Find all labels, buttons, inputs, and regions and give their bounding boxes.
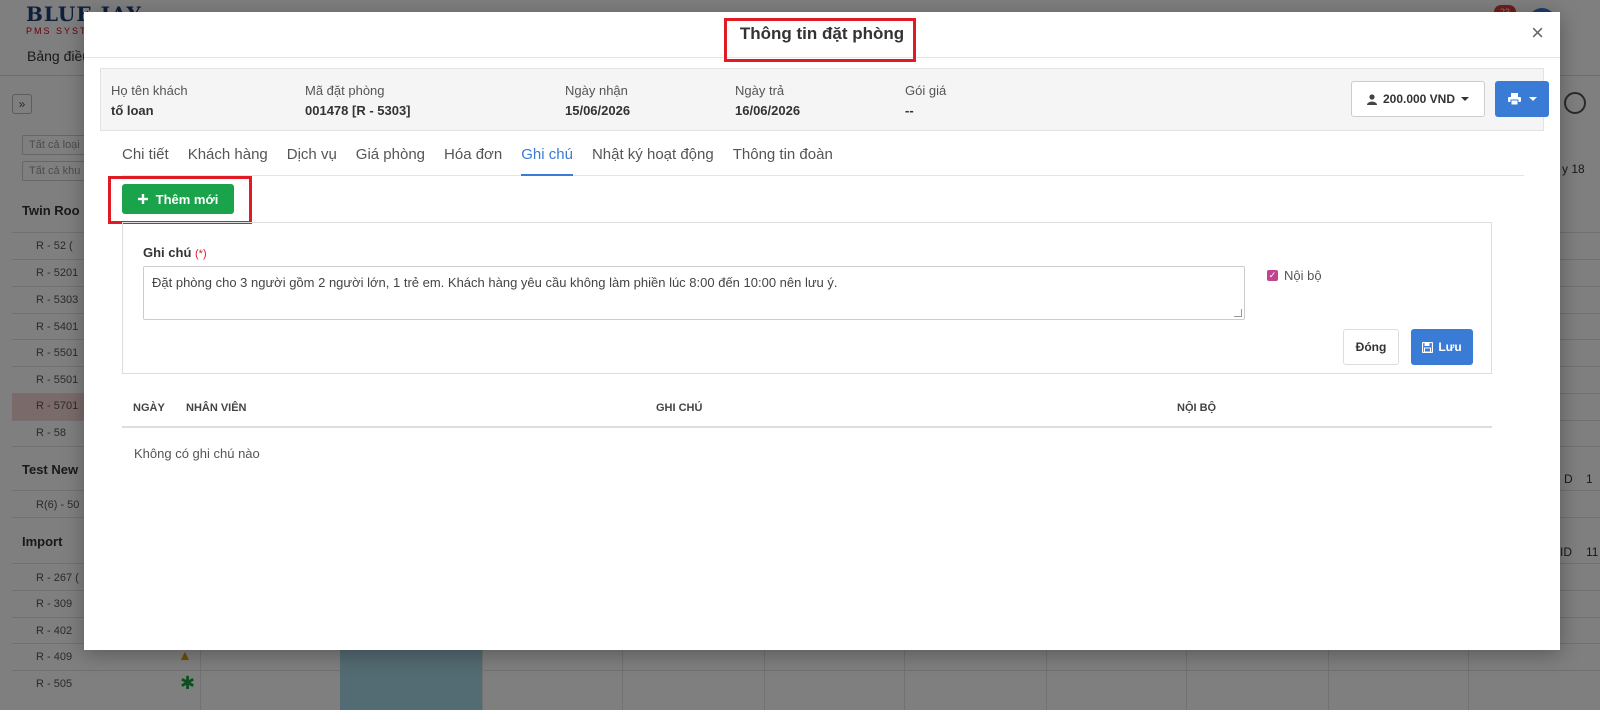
internal-checkbox[interactable]: ✓ Nội bộ xyxy=(1267,268,1322,283)
checkin-value: 15/06/2026 xyxy=(565,103,631,118)
column-internal[interactable]: NỘI BỘ xyxy=(1177,402,1216,414)
required-mark: (*) xyxy=(195,248,207,260)
save-button[interactable]: Lưu xyxy=(1411,329,1473,365)
tab-room-rates[interactable]: Giá phòng xyxy=(356,140,425,176)
tab-details[interactable]: Chi tiết xyxy=(122,140,169,176)
tab-activity-log[interactable]: Nhật ký hoạt động xyxy=(592,140,714,176)
booking-code-label: Mã đặt phòng xyxy=(305,83,385,98)
close-button[interactable]: Đóng xyxy=(1343,329,1399,365)
modal-header: Thông tin đặt phòng × xyxy=(84,12,1560,62)
booking-code-info: Mã đặt phòng 001478 [R - 5303] xyxy=(305,83,411,118)
note-textarea[interactable]: Đặt phòng cho 3 người gồm 2 người lớn, 1… xyxy=(143,266,1245,320)
guest-value: tố loan xyxy=(111,103,154,118)
tab-customers[interactable]: Khách hàng xyxy=(188,140,268,176)
note-label: Ghi chú (*) xyxy=(143,245,207,260)
guest-label: Họ tên khách xyxy=(111,83,188,98)
add-new-button[interactable]: Thêm mới xyxy=(122,184,234,214)
print-dropdown-button[interactable] xyxy=(1495,81,1549,117)
tab-services[interactable]: Dịch vụ xyxy=(287,140,337,176)
modal-title: Thông tin đặt phòng xyxy=(739,24,905,43)
user-icon xyxy=(1366,93,1377,105)
note-label-text: Ghi chú xyxy=(143,245,192,260)
checkout-value: 16/06/2026 xyxy=(735,103,801,118)
checkout-info: Ngày trả 16/06/2026 xyxy=(735,83,800,118)
tab-bar: Chi tiết Khách hàng Dịch vụ Giá phòng Hó… xyxy=(122,140,1524,176)
rate-label: Gói giá xyxy=(905,83,947,98)
check-icon[interactable]: ✓ xyxy=(1267,270,1278,281)
price-dropdown-button[interactable]: 200.000 VND xyxy=(1351,81,1485,117)
booking-code-value: 001478 [R - 5303] xyxy=(305,103,411,118)
note-form: Ghi chú (*) Đặt phòng cho 3 người gồm 2 … xyxy=(122,222,1492,374)
save-label: Lưu xyxy=(1438,340,1462,354)
tab-notes[interactable]: Ghi chú xyxy=(521,140,573,176)
chevron-down-icon xyxy=(1528,97,1537,101)
guest-info: Họ tên khách tố loan xyxy=(111,83,188,118)
chevron-down-icon xyxy=(1461,97,1470,101)
save-icon xyxy=(1422,341,1434,353)
print-icon xyxy=(1507,93,1521,105)
rate-value: -- xyxy=(905,103,914,118)
resize-handle[interactable] xyxy=(1234,309,1242,317)
column-date[interactable]: NGÀY xyxy=(133,402,165,414)
checkin-info: Ngày nhận 15/06/2026 xyxy=(565,83,630,118)
add-new-label: Thêm mới xyxy=(155,191,219,207)
notes-table-header: NGÀY NHÂN VIÊN GHI CHÚ NỘI BỘ xyxy=(122,392,1492,428)
column-note[interactable]: GHI CHÚ xyxy=(656,402,702,414)
plus-icon xyxy=(137,194,148,204)
empty-notes-message: Không có ghi chú nào xyxy=(134,446,260,461)
checkout-label: Ngày trả xyxy=(735,83,785,98)
tab-group-info[interactable]: Thông tin đoàn xyxy=(733,140,833,176)
tab-invoices[interactable]: Hóa đơn xyxy=(444,140,502,176)
price-label: 200.000 VND xyxy=(1382,92,1456,106)
rate-info: Gói giá -- xyxy=(905,83,946,118)
note-text: Đặt phòng cho 3 người gồm 2 người lớn, 1… xyxy=(152,275,838,290)
close-icon[interactable]: × xyxy=(1531,22,1544,44)
internal-label: Nội bộ xyxy=(1284,268,1322,283)
column-staff[interactable]: NHÂN VIÊN xyxy=(186,402,247,414)
booking-info-modal: Thông tin đặt phòng × Họ tên khách tố lo… xyxy=(84,12,1560,650)
booking-summary: Họ tên khách tố loan Mã đặt phòng 001478… xyxy=(100,68,1549,131)
checkin-label: Ngày nhận xyxy=(565,83,628,98)
